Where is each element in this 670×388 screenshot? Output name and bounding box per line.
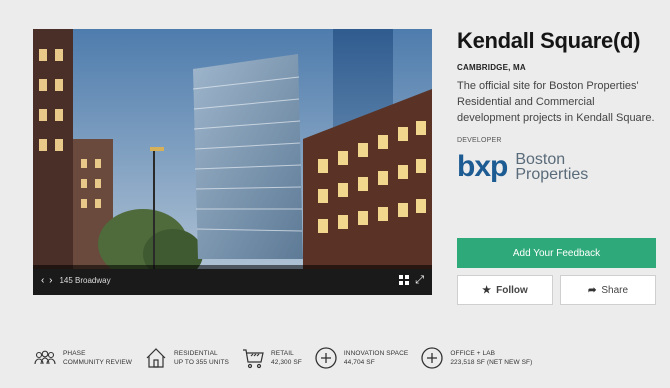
- building-rendering-image: [33, 29, 432, 295]
- follow-button[interactable]: ★ Follow: [457, 275, 553, 305]
- page-title: Kendall Square(d): [457, 28, 641, 53]
- stat-label: RESIDENTIAL: [174, 350, 218, 357]
- stat-value: 44,704 SF: [343, 359, 375, 366]
- stat-value: 223,518 SF (NET NEW SF): [450, 359, 533, 366]
- project-description: The official site for Boston Properties'…: [457, 80, 655, 124]
- hero-caption: 145 Broadway: [59, 275, 111, 285]
- follow-label: Follow: [496, 284, 528, 296]
- stat-retail: RETAIL 42,300 SF: [241, 346, 302, 370]
- share-label: Share: [601, 284, 629, 296]
- cart-icon: [242, 349, 264, 369]
- grid-icon[interactable]: [399, 275, 410, 285]
- stat-label: PHASE: [63, 350, 86, 357]
- stat-innovation-space: INNOVATION SPACE 44,704 SF: [314, 346, 408, 370]
- stat-phase: PHASE COMMUNITY REVIEW: [33, 346, 132, 370]
- stat-residential: RESIDENTIAL UP TO 355 UNITS: [144, 346, 229, 370]
- developer-label: DEVELOPER: [457, 137, 502, 144]
- developer-logo[interactable]: bxp Boston Properties: [457, 150, 657, 184]
- project-stats: PHASE COMMUNITY REVIEW RESIDENTIAL UP TO…: [33, 343, 653, 373]
- project-location: CAMBRIDGE, MA: [457, 63, 526, 72]
- developer-name: Boston Properties: [515, 151, 589, 183]
- bxp-logo-mark: bxp: [457, 150, 508, 183]
- gallery-nav-arrows[interactable]: ‹ ›: [41, 275, 53, 286]
- expand-icon[interactable]: ⤢: [415, 275, 424, 286]
- plus-circle-icon: [315, 347, 337, 369]
- stat-office-lab: OFFICE + LAB 223,518 SF (NET NEW SF): [420, 346, 532, 370]
- stat-value: COMMUNITY REVIEW: [63, 359, 133, 366]
- share-button[interactable]: ➦ Share: [560, 275, 656, 305]
- house-icon: [146, 348, 166, 368]
- stat-value: UP TO 355 UNITS: [174, 359, 229, 366]
- add-feedback-button[interactable]: Add Your Feedback: [457, 238, 656, 268]
- share-arrow-icon: ➦: [587, 284, 597, 296]
- stat-value: 42,300 SF: [270, 359, 302, 366]
- stat-label: INNOVATION SPACE: [343, 350, 409, 357]
- star-icon: ★: [482, 284, 492, 296]
- plus-circle-icon: [421, 347, 443, 369]
- hero-caption-bar: ‹ › 145 Broadway ⤢: [33, 265, 432, 295]
- project-info: Kendall Square(d) CAMBRIDGE, MA The offi…: [457, 28, 657, 184]
- people-icon: [34, 350, 56, 365]
- stat-label: RETAIL: [270, 350, 294, 357]
- stat-label: OFFICE + LAB: [450, 350, 496, 357]
- hero-image[interactable]: ‹ › 145 Broadway ⤢: [33, 29, 432, 295]
